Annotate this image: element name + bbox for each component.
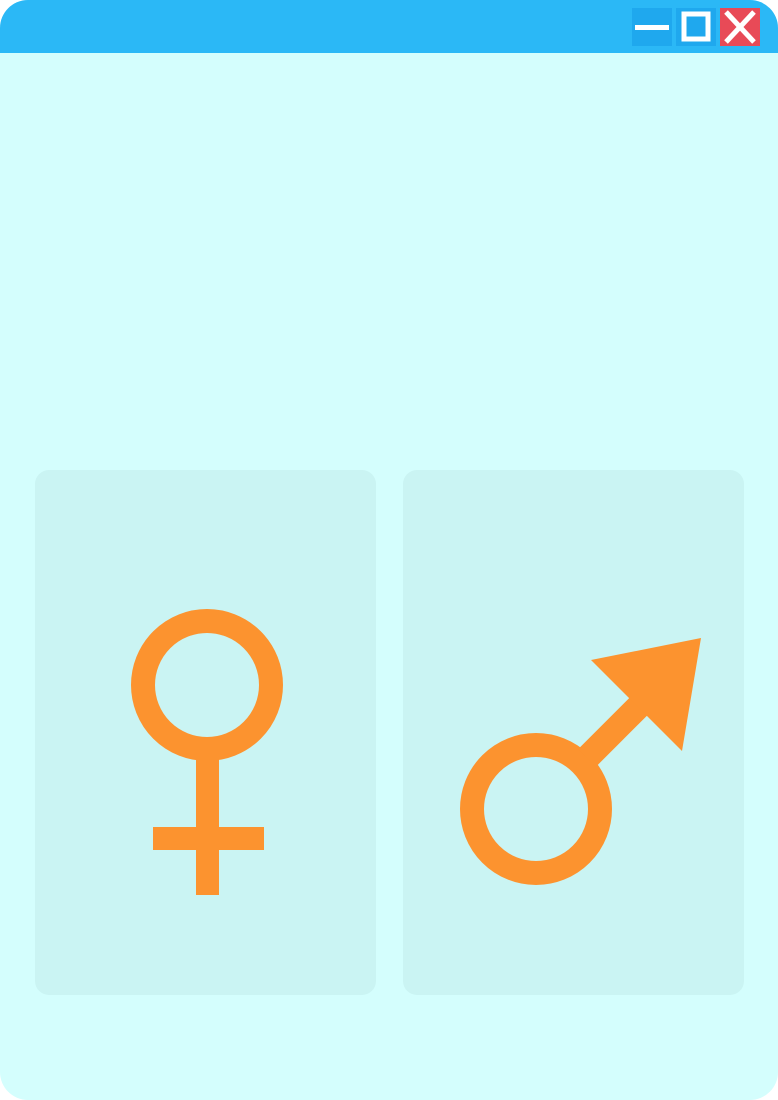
male-option-card[interactable]: [403, 470, 744, 995]
maximize-icon: [681, 11, 711, 42]
female-symbol-icon: [131, 609, 283, 895]
male-symbol-icon: [460, 638, 701, 885]
minimize-button[interactable]: [632, 8, 672, 46]
maximize-button[interactable]: [676, 8, 716, 46]
female-option-card[interactable]: [35, 470, 376, 995]
minimize-icon: [635, 25, 669, 30]
title-bar[interactable]: [0, 0, 778, 53]
close-button[interactable]: [720, 8, 760, 46]
app-window: [0, 0, 778, 1100]
close-icon: [724, 10, 756, 44]
